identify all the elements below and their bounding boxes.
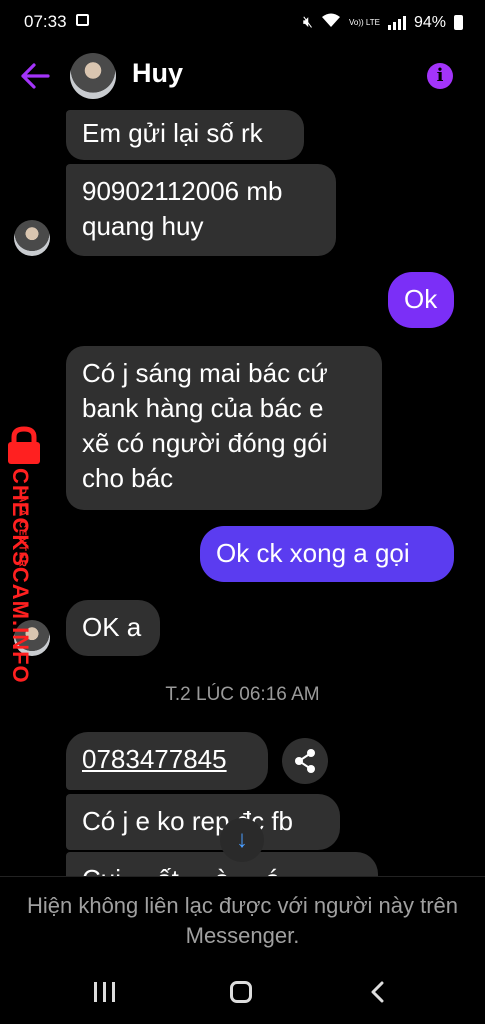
wifi-icon — [321, 12, 341, 33]
message-incoming[interactable]: Có j e ko rep đc fb — [66, 794, 340, 850]
status-right: 🔇︎ Vo)) LTE 94% — [303, 12, 463, 33]
watermark-title: CHECKSCAM.INFO — [8, 468, 33, 684]
contact-name[interactable]: Huy — [132, 58, 183, 89]
gallery-notification-icon — [76, 14, 89, 26]
nav-back-icon[interactable] — [368, 980, 388, 1004]
notice-text: Hiện không liên lạc được với người này t… — [26, 893, 459, 948]
battery-percent: 94% — [413, 13, 446, 31]
signal-icon — [387, 15, 406, 30]
mute-icon: 🔇︎ — [302, 13, 313, 31]
recent-apps-icon[interactable] — [94, 982, 116, 1002]
volte-lte-icon: Vo)) LTE — [348, 17, 380, 27]
message-outgoing[interactable]: Ok — [388, 272, 454, 328]
watermark: DATA CENTER CHECKSCAM.INFO — [0, 420, 60, 684]
status-time: 07:33 — [24, 12, 67, 31]
share-button[interactable] — [282, 738, 328, 784]
message-incoming[interactable]: 90902112006 mb quang huy — [66, 164, 336, 256]
lock-icon — [4, 426, 44, 466]
system-nav-bar — [0, 960, 485, 1024]
contact-avatar[interactable] — [70, 53, 116, 99]
phone-number-link[interactable]: 0783477845 — [66, 732, 268, 790]
chat-header: Huy i — [0, 44, 485, 108]
message-timestamp: T.2 LÚC 06:16 AM — [165, 684, 320, 705]
home-icon[interactable] — [230, 981, 252, 1003]
contact-avatar-small[interactable] — [14, 220, 50, 256]
message-outgoing[interactable]: Ok ck xong a gọi — [200, 526, 454, 582]
message-incoming[interactable]: OK a — [66, 600, 160, 656]
status-bar: 07:33 🔇︎ Vo)) LTE 94% — [0, 0, 485, 44]
scroll-to-bottom-button[interactable]: ↓ — [220, 818, 264, 862]
info-icon[interactable]: i — [427, 63, 453, 89]
battery-icon — [454, 15, 463, 30]
message-incoming[interactable]: Có j sáng mai bác cứ bank hàng của bác e… — [66, 346, 382, 510]
back-arrow-icon[interactable] — [20, 62, 50, 90]
unavailable-notice: Hiện không liên lạc được với người này t… — [0, 876, 485, 958]
message-incoming[interactable]: Em gửi lại số rk — [66, 110, 304, 160]
